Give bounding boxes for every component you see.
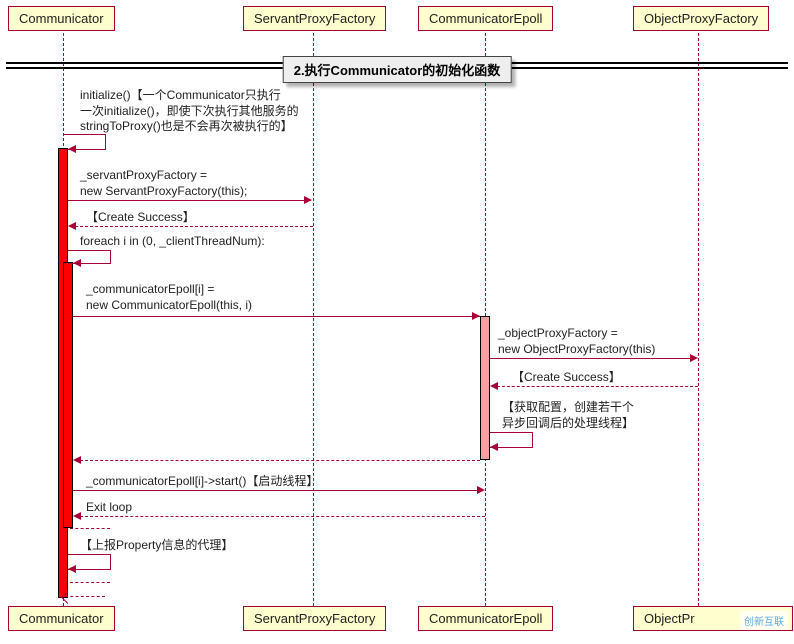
arrow-dashed [75, 516, 485, 517]
arrow-dashed [70, 226, 313, 227]
arrow-head [472, 312, 480, 320]
participant-communicatorepoll-bottom: CommunicatorEpoll [418, 606, 553, 631]
activation-communicator-inner [63, 262, 73, 528]
arrow-head [73, 512, 81, 520]
msg-start: _communicatorEpoll[i]->start()【启动线程】 [86, 474, 318, 490]
participant-label: CommunicatorEpoll [429, 11, 542, 26]
msg-property-proxy: 【上报Property信息的代理】 [80, 538, 233, 554]
activation-communicatorepoll [480, 316, 490, 460]
arrow-head [490, 382, 498, 390]
participant-label: Communicator [19, 11, 104, 26]
msg-create-success-2: 【Create Success】 [512, 370, 621, 386]
msg-initialize: initialize()【一个Communicator只执行 一次initial… [80, 88, 299, 135]
msg-foreach: foreach i in (0, _clientThreadNum): [80, 234, 265, 250]
arrow-head [690, 354, 698, 362]
participant-communicator-bottom: Communicator [8, 606, 115, 631]
arrow-head [68, 145, 76, 153]
arrow-dashed [492, 386, 698, 387]
participant-label: Communicator [19, 611, 104, 626]
watermark: 创新互联 [740, 611, 788, 630]
arrow-head [490, 443, 498, 451]
divider-text: 2.执行Communicator的初始化函数 [294, 63, 501, 78]
participant-label: ServantProxyFactory [254, 611, 375, 626]
msg-servantproxyfactory-new: _servantProxyFactory = new ServantProxyF… [80, 168, 247, 199]
arrow-head [68, 222, 76, 230]
participant-label: CommunicatorEpoll [429, 611, 542, 626]
participant-communicatorepoll-top: CommunicatorEpoll [418, 6, 553, 31]
arrow-dashed [70, 528, 110, 529]
arrow [73, 490, 483, 491]
arrow-head [73, 259, 81, 267]
arrow-dashed [75, 460, 480, 461]
arrow [73, 316, 480, 317]
arrow-dashed [70, 582, 110, 583]
participant-objectproxyfactory-top: ObjectProxyFactory [633, 6, 769, 31]
arrow-head [477, 486, 485, 494]
arrow-head [304, 196, 312, 204]
divider-label: 2.执行Communicator的初始化函数 [283, 56, 512, 83]
arrow-head [68, 565, 76, 573]
participant-communicator-top: Communicator [8, 6, 115, 31]
participant-label: ServantProxyFactory [254, 11, 375, 26]
msg-exit-loop: Exit loop [86, 500, 132, 516]
lifeline-objectproxyfactory [698, 28, 699, 606]
arrow [490, 358, 696, 359]
participant-servantproxyfactory-top: ServantProxyFactory [243, 6, 386, 31]
msg-objectproxyfactory-new: _objectProxyFactory = new ObjectProxyFac… [498, 326, 655, 357]
msg-create-success-1: 【Create Success】 [86, 210, 195, 226]
msg-communicatorepoll-new: _communicatorEpoll[i] = new Communicator… [86, 282, 252, 313]
lifeline-servantproxyfactory [313, 28, 314, 606]
arrow-head [73, 456, 81, 464]
participant-servantproxyfactory-bottom: ServantProxyFactory [243, 606, 386, 631]
msg-config-threads: 【获取配置，创建若干个 异步回调后的处理线程】 [502, 400, 634, 431]
participant-label: ObjectProxyFactory [644, 11, 758, 26]
arrow [68, 200, 311, 201]
